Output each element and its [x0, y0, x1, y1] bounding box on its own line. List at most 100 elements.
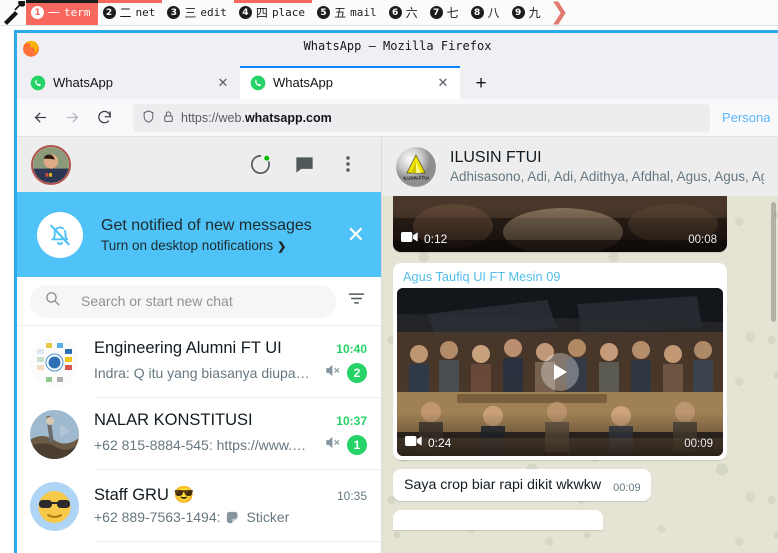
chat-avatar [30, 337, 79, 387]
conversation-header[interactable]: ILUSIN FTUI ILUSIN FTUI Adhisasono, Adi,… [382, 137, 778, 196]
video-thumbnail[interactable]: 0:12 00:08 [393, 196, 727, 252]
chat-list-panel: Get notified of new messages Turn on des… [17, 137, 382, 553]
profile-avatar[interactable] [31, 144, 71, 185]
shield-icon[interactable] [141, 109, 156, 127]
tag-5-mail[interactable]: 5 五 mail [312, 0, 384, 25]
layout-chevron-icon[interactable]: ❯ [548, 0, 569, 25]
unread-badge: 2 [347, 363, 367, 383]
tag-cn-label: 六 [405, 6, 418, 20]
tag-number: 1 [31, 6, 44, 19]
tag-name-label: place [271, 6, 306, 19]
notification-banner-subtitle[interactable]: Turn on desktop notifications ❯ [101, 238, 329, 253]
message-bubble: Agus Taufiq UI FT Mesin 09 0:24 00:09 [393, 263, 727, 460]
message-text-1[interactable]: Saya crop biar rapi dikit wkwkw 00:09 [393, 469, 767, 501]
forward-button[interactable] [57, 103, 87, 133]
message-bubble [393, 510, 603, 530]
window-title: WhatsApp – Mozilla Firefox [303, 39, 492, 53]
message-bubble: 0:12 00:08 [393, 196, 727, 252]
tag-2-net[interactable]: 2 二 net [97, 0, 163, 25]
banner-close-icon[interactable]: ✕ [347, 222, 365, 248]
conversation-avatar[interactable]: ILUSIN FTUI [396, 146, 436, 187]
video-duration: 0:12 [424, 231, 448, 246]
tag-cn-label: 八 [487, 6, 500, 20]
sticker-icon [225, 510, 240, 525]
launcher-tools-icon[interactable] [0, 0, 26, 25]
tag-8[interactable]: 8 八 [466, 0, 507, 25]
search-row: Search or start new chat [17, 277, 381, 326]
new-chat-icon[interactable] [293, 153, 317, 177]
chat-item-body: Engineering Alumni FT UI 10:40 Indra: Q … [94, 326, 381, 398]
url-address-bar[interactable]: https://web.whatsapp.com [133, 103, 710, 132]
tag-number: 2 [102, 6, 116, 19]
tag-6[interactable]: 6 六 [384, 0, 425, 25]
search-placeholder: Search or start new chat [81, 293, 233, 309]
tag-indicator-bar [233, 0, 313, 3]
tag-7[interactable]: 7 七 [425, 0, 466, 25]
tab-close-icon[interactable]: ✕ [434, 74, 452, 92]
tab-close-icon[interactable]: ✕ [214, 74, 232, 92]
tag-number: 3 [167, 6, 181, 19]
tag-1-term[interactable]: 1 一 term [26, 0, 98, 25]
message-list[interactable]: 0:12 00:08 Agus Taufiq UI FT Mesin 09 0:… [382, 196, 778, 553]
tab-title: WhatsApp [273, 75, 333, 90]
tag-number: 7 [429, 6, 443, 19]
chat-name: Staff GRU 😎 [94, 486, 195, 504]
tag-4-place[interactable]: 4 四 place [233, 0, 313, 25]
tag-3-edit[interactable]: 3 三 edit [162, 0, 234, 25]
chat-preview-message: +62 889-7563-1494: Sticker [94, 509, 290, 525]
tag-number: 5 [317, 6, 331, 19]
chat-avatar [30, 409, 79, 459]
tag-indicator-bar [97, 0, 163, 3]
chat-time: 10:35 [336, 489, 367, 503]
tag-indicator-bar [26, 0, 98, 3]
tab-strip: WhatsApp ✕ WhatsApp ✕ + [17, 62, 778, 99]
chat-name: Engineering Alumni FT UI [94, 339, 282, 357]
message-video-2[interactable]: Agus Taufiq UI FT Mesin 09 0:24 00:09 [393, 263, 767, 460]
tag-number: 6 [388, 6, 402, 19]
status-circle-icon[interactable] [249, 153, 273, 177]
new-tab-button[interactable]: + [466, 69, 496, 99]
chat-list-item[interactable]: Engineering Alumni FT UI 10:40 Indra: Q … [17, 326, 381, 398]
tag-name-label: net [135, 6, 156, 19]
mute-icon [324, 434, 341, 456]
mute-icon [324, 362, 341, 384]
lock-icon[interactable] [162, 110, 175, 126]
message-video-1[interactable]: 0:12 00:08 [393, 196, 767, 252]
unread-badge: 1 [347, 435, 367, 455]
message-sender-name: Agus Taufiq UI FT Mesin 09 [403, 269, 561, 284]
conversation-header-text: ILUSIN FTUI Adhisasono, Adi, Adi, Adithy… [450, 149, 764, 184]
search-input[interactable]: Search or start new chat [30, 284, 336, 318]
video-duration-group: 0:24 [405, 435, 451, 450]
chat-list-item[interactable]: NALAR KONSTITUSI 10:37 +62 815-8884-545:… [17, 398, 381, 470]
tag-name-label: edit [200, 6, 227, 19]
conversation-panel: ILUSIN FTUI ILUSIN FTUI Adhisasono, Adi,… [382, 137, 778, 553]
chat-item-row-bottom: +62 815-8884-545: https://www.… 1 [94, 434, 367, 456]
filter-icon[interactable] [346, 288, 368, 314]
chat-list[interactable]: Engineering Alumni FT UI 10:40 Indra: Q … [17, 326, 381, 553]
chat-item-body: Staff GRU 😎 10:35 +62 889-7563-1494: Sti… [94, 470, 381, 542]
chat-list-item[interactable]: Staff GRU 😎 10:35 +62 889-7563-1494: Sti… [17, 470, 381, 542]
tab-title: WhatsApp [53, 75, 113, 90]
whatsapp-web-app: Get notified of new messages Turn on des… [17, 137, 778, 553]
reload-button[interactable] [89, 103, 119, 133]
back-button[interactable] [25, 103, 55, 133]
conversation-title: ILUSIN FTUI [450, 149, 542, 166]
play-icon[interactable] [541, 353, 579, 391]
container-tab-label[interactable]: Persona [712, 110, 770, 125]
video-thumbnail[interactable]: 0:24 00:09 [397, 288, 723, 456]
message-timestamp: 00:09 [684, 438, 713, 450]
navigation-toolbar: https://web.whatsapp.com Persona [17, 99, 778, 137]
url-text: https://web.whatsapp.com [181, 111, 332, 125]
tag-cn-label: 七 [446, 6, 459, 20]
notification-banner-title: Get notified of new messages [101, 216, 312, 234]
taskbar-empty-area [568, 0, 778, 25]
menu-dots-icon[interactable] [337, 153, 361, 177]
whatsapp-favicon-icon [30, 75, 46, 91]
browser-tab-2[interactable]: WhatsApp ✕ [240, 66, 460, 99]
tag-9[interactable]: 9 九 [507, 0, 548, 25]
message-next-partial[interactable] [393, 510, 767, 530]
desktop-notifications-banner: Get notified of new messages Turn on des… [17, 192, 381, 277]
message-scrollbar[interactable] [771, 202, 776, 322]
browser-tab-1[interactable]: WhatsApp ✕ [20, 66, 240, 99]
chat-item-body: NALAR KONSTITUSI 10:37 +62 815-8884-545:… [94, 398, 381, 470]
